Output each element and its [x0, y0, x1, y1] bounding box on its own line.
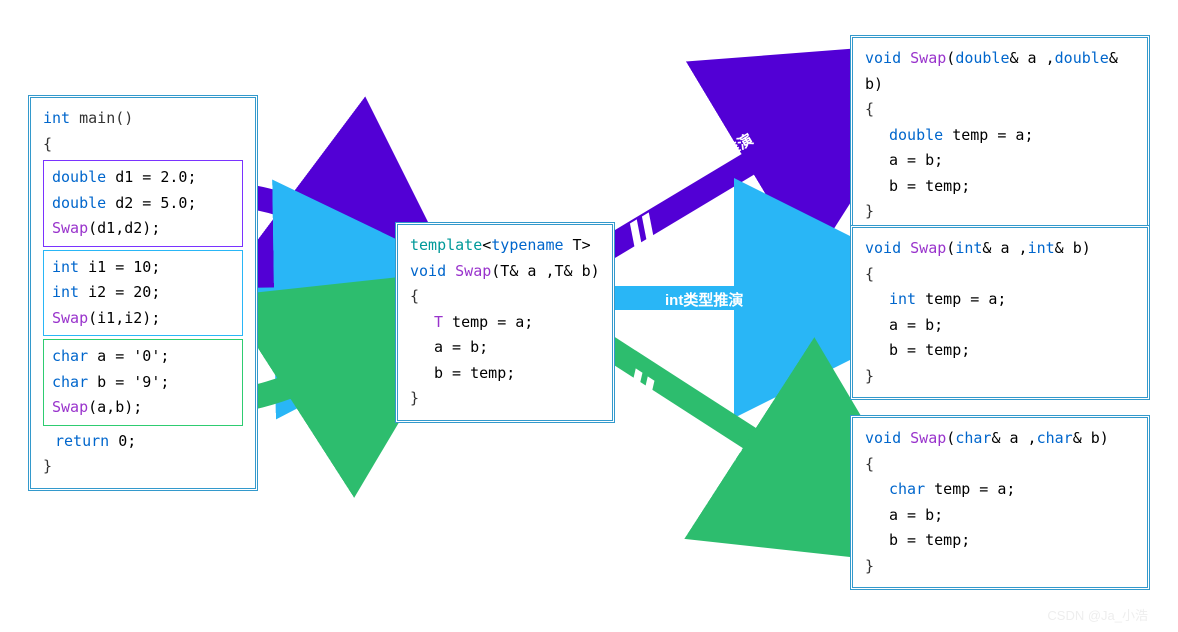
template-line2: void Swap(T& a ,T& b): [410, 259, 600, 285]
return-line: return 0;: [43, 429, 243, 455]
block-int: int i1 = 10; int i2 = 20; Swap(i1,i2);: [43, 250, 243, 337]
char-sig: void Swap(char& a ,char& b): [865, 426, 1135, 452]
code-char-instance-box: void Swap(char& a ,char& b) { char temp …: [850, 415, 1150, 590]
code-main-box: int main() { double d1 = 2.0; double d2 …: [28, 95, 258, 491]
code-template-box: template<typename T> void Swap(T& a ,T& …: [395, 222, 615, 423]
block-char: char a = '0'; char b = '9'; Swap(a,b);: [43, 339, 243, 426]
code-double-instance-box: void Swap(double& a ,double& b) { double…: [850, 35, 1150, 236]
block-double: double d1 = 2.0; double d2 = 5.0; Swap(d…: [43, 160, 243, 247]
code-int-instance-box: void Swap(int& a ,int& b) { int temp = a…: [850, 225, 1150, 400]
main-signature: int main(): [43, 106, 243, 132]
int-sig: void Swap(int& a ,int& b): [865, 236, 1135, 262]
label-int-deduction: int类型推演: [665, 289, 743, 310]
label-char-deduction: char类型推演: [657, 397, 745, 465]
watermark: CSDN @Ja_小浩: [1047, 605, 1148, 624]
template-line1: template<typename T>: [410, 233, 600, 259]
label-double-deduction: double类型推演: [652, 128, 756, 202]
double-sig: void Swap(double& a ,double& b): [865, 46, 1135, 97]
